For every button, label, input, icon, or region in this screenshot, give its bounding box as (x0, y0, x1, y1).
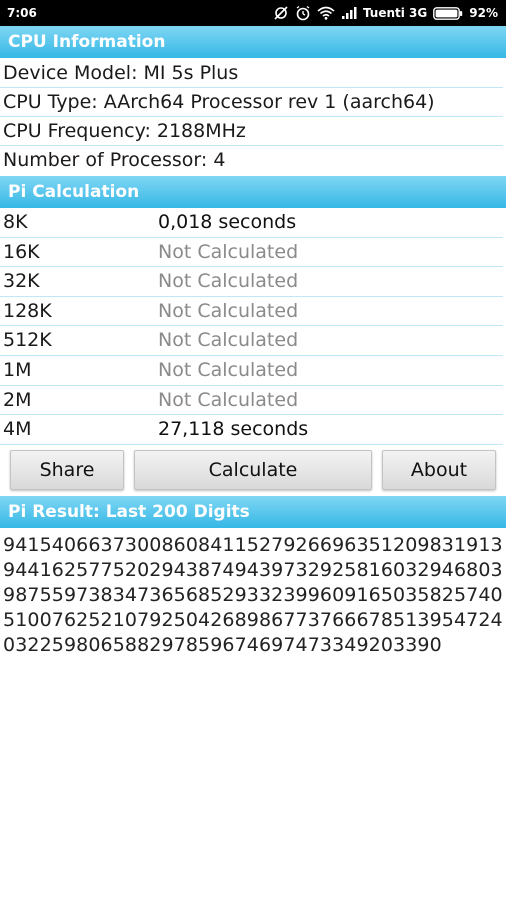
sync-off-icon (273, 5, 289, 21)
pi-size-label: 32K (3, 270, 40, 293)
pi-time-value: Not Calculated (158, 240, 299, 263)
pi-size-label: 4M (3, 418, 32, 441)
status-bar: 7:06 Tuenti 3G 92% (0, 0, 506, 26)
pi-size-label: 512K (3, 329, 52, 352)
pi-row: 1M Not Calculated (0, 356, 506, 386)
pi-digits-text: 9415406637300860841152792669635120983191… (3, 534, 503, 656)
pi-row: 4M 27,118 seconds (0, 415, 506, 445)
wifi-icon (317, 6, 335, 20)
processors-text: Number of Processor: 4 (3, 149, 226, 171)
pi-row: 8K 0,018 seconds (0, 208, 506, 238)
battery-icon (433, 6, 463, 20)
pi-time-value: 0,018 seconds (158, 211, 297, 233)
cpu-type-text: CPU Type: AArch64 Processor rev 1 (aarch… (3, 91, 435, 113)
about-button[interactable]: About (382, 450, 496, 490)
device-model-text: Device Model: MI 5s Plus (3, 62, 239, 84)
processors-row: Number of Processor: 4 (0, 146, 506, 175)
pi-time-value: Not Calculated (158, 329, 299, 352)
pi-time-value: 27,118 seconds (158, 418, 309, 441)
pi-row: 128K Not Calculated (0, 297, 506, 327)
pi-row: 32K Not Calculated (0, 267, 506, 297)
calculate-button[interactable]: Calculate (134, 450, 372, 490)
alarm-icon (295, 5, 311, 21)
pi-size-label: 128K (3, 299, 52, 322)
pi-size-label: 8K (3, 211, 28, 233)
pi-result-header: Pi Result: Last 200 Digits (0, 496, 506, 528)
pi-time-value: Not Calculated (158, 388, 299, 411)
pi-time-value: Not Calculated (158, 359, 299, 381)
pi-size-label: 16K (3, 240, 40, 263)
row-divider (0, 443, 503, 445)
pi-time-value: Not Calculated (158, 270, 299, 293)
signal-icon (341, 6, 357, 20)
cpu-info-header: CPU Information (0, 26, 506, 58)
cpu-type-row: CPU Type: AArch64 Processor rev 1 (aarch… (0, 88, 506, 117)
pi-row: 512K Not Calculated (0, 326, 506, 356)
pi-size-label: 2M (3, 388, 32, 411)
device-model-row: Device Model: MI 5s Plus (0, 59, 506, 88)
cpu-frequency-text: CPU Frequency: 2188MHz (3, 120, 246, 142)
status-time: 7:06 (7, 6, 37, 20)
pi-calc-header: Pi Calculation (0, 176, 506, 208)
cpu-frequency-row: CPU Frequency: 2188MHz (0, 117, 506, 146)
pi-size-label: 1M (3, 359, 32, 381)
pi-row: 16K Not Calculated (0, 238, 506, 268)
share-button[interactable]: Share (10, 450, 124, 490)
status-icons: Tuenti 3G 92% (273, 5, 498, 21)
pi-row: 2M Not Calculated (0, 386, 506, 416)
pi-time-value: Not Calculated (158, 299, 299, 322)
carrier-label: Tuenti 3G (362, 6, 428, 20)
battery-percent: 92% (469, 6, 498, 20)
